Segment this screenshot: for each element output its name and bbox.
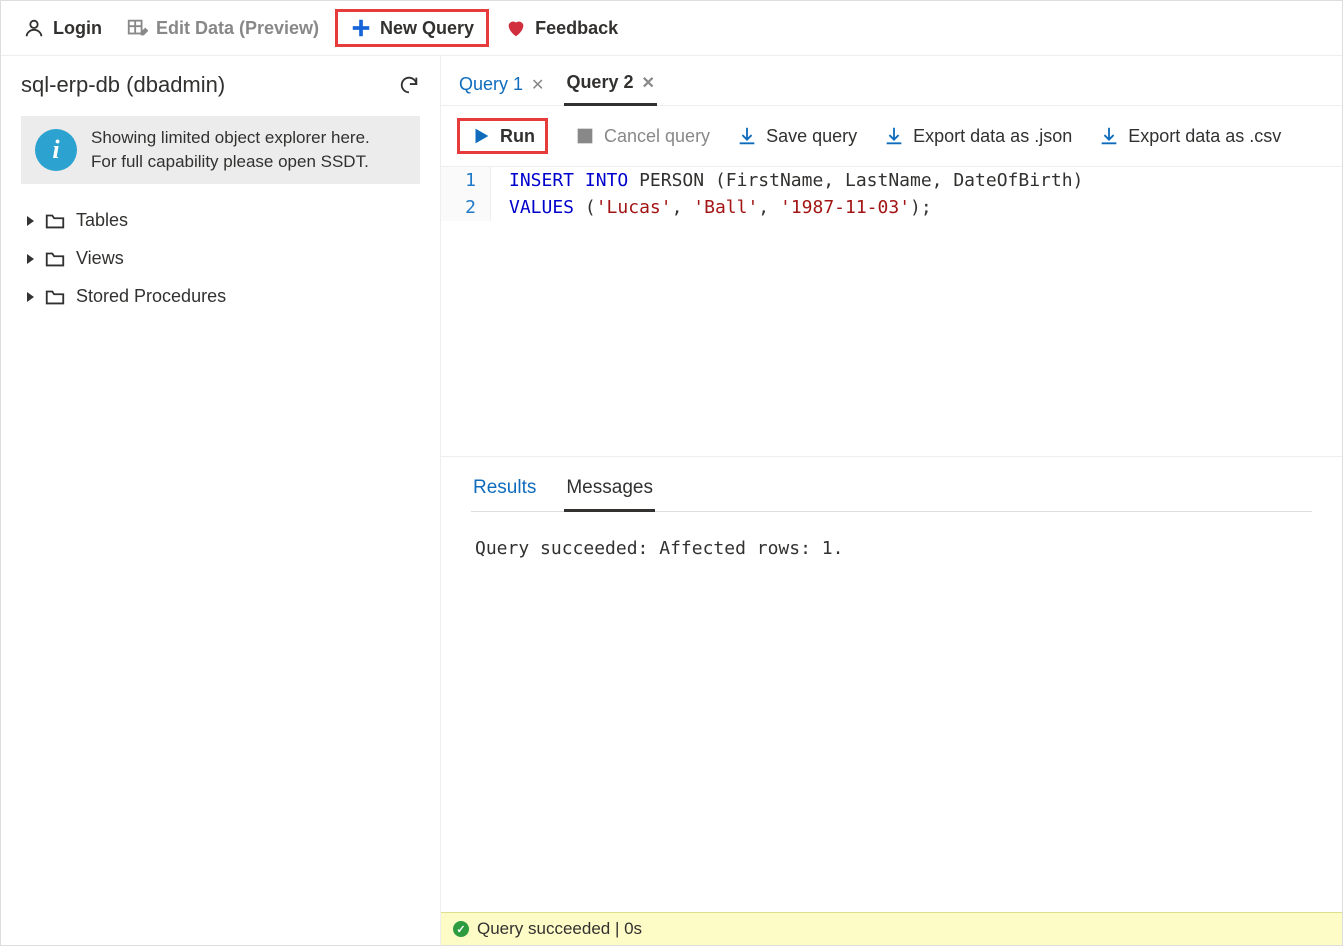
folder-icon <box>44 286 66 308</box>
download-icon <box>1098 125 1120 147</box>
play-icon <box>470 125 492 147</box>
results-tabs: Results Messages <box>471 471 1312 512</box>
tab-label-q2: Query 2 <box>566 72 633 93</box>
success-icon: ✓ <box>453 921 469 937</box>
messages-output: Query succeeded: Affected rows: 1. <box>471 512 1312 912</box>
export-json-button[interactable]: Export data as .json <box>883 125 1072 147</box>
refresh-button[interactable] <box>398 74 420 96</box>
db-title: sql-erp-db (dbadmin) <box>21 72 225 98</box>
export-csv-button[interactable]: Export data as .csv <box>1098 125 1281 147</box>
tab-messages[interactable]: Messages <box>564 471 655 512</box>
results-panel: Results Messages Query succeeded: Affect… <box>441 457 1342 912</box>
save-label: Save query <box>766 126 857 147</box>
top-toolbar: Login Edit Data (Preview) New Query Feed… <box>1 1 1342 56</box>
feedback-label: Feedback <box>535 18 618 39</box>
download-icon <box>736 125 758 147</box>
db-header: sql-erp-db (dbadmin) <box>21 72 420 98</box>
code-line: 2 VALUES ('Lucas', 'Ball', '1987-11-03')… <box>441 194 1342 221</box>
line-number: 2 <box>441 194 491 221</box>
info-text: Showing limited object explorer here. Fo… <box>91 126 370 174</box>
save-query-button[interactable]: Save query <box>736 125 857 147</box>
object-explorer-sidebar: sql-erp-db (dbadmin) i Showing limited o… <box>1 56 441 945</box>
tree-item-tables[interactable]: Tables <box>25 202 420 240</box>
cancel-query-button[interactable]: Cancel query <box>574 125 710 147</box>
new-query-label: New Query <box>380 18 474 39</box>
code-text: VALUES ('Lucas', 'Ball', '1987-11-03'); <box>491 194 932 221</box>
tree-item-views[interactable]: Views <box>25 240 420 278</box>
code-line: 1 INSERT INTO PERSON (FirstName, LastNam… <box>441 167 1342 194</box>
stop-icon <box>574 125 596 147</box>
tab-query-1[interactable]: Query 1 ✕ <box>457 68 546 105</box>
heart-icon <box>505 17 527 39</box>
close-icon[interactable]: ✕ <box>531 75 544 95</box>
tree-label-views: Views <box>76 248 124 269</box>
info-message: i Showing limited object explorer here. … <box>21 116 420 184</box>
caret-icon <box>27 254 34 264</box>
tree-label-sprocs: Stored Procedures <box>76 286 226 307</box>
download-icon <box>883 125 905 147</box>
tree-item-sprocs[interactable]: Stored Procedures <box>25 278 420 316</box>
run-button[interactable]: Run <box>457 118 548 154</box>
info-line1: Showing limited object explorer here. <box>91 126 370 150</box>
message-text: Query succeeded: Affected rows: 1. <box>475 538 1308 559</box>
login-button[interactable]: Login <box>11 9 114 47</box>
folder-icon <box>44 248 66 270</box>
table-edit-icon <box>126 17 148 39</box>
close-icon[interactable]: ✕ <box>641 73 654 93</box>
query-toolbar: Run Cancel query Save query Export data … <box>441 106 1342 167</box>
edit-data-label: Edit Data (Preview) <box>156 18 319 39</box>
plus-icon <box>350 17 372 39</box>
sql-editor[interactable]: 1 INSERT INTO PERSON (FirstName, LastNam… <box>441 167 1342 457</box>
cancel-label: Cancel query <box>604 126 710 147</box>
status-bar: ✓ Query succeeded | 0s <box>441 912 1342 945</box>
tab-query-2[interactable]: Query 2 ✕ <box>564 66 656 106</box>
info-icon: i <box>35 129 77 171</box>
run-label: Run <box>500 126 535 147</box>
tab-results[interactable]: Results <box>471 471 538 511</box>
line-number: 1 <box>441 167 491 194</box>
person-icon <box>23 17 45 39</box>
info-line2: For full capability please open SSDT. <box>91 150 370 174</box>
tree-label-tables: Tables <box>76 210 128 231</box>
export-csv-label: Export data as .csv <box>1128 126 1281 147</box>
status-text: Query succeeded | 0s <box>477 919 642 939</box>
tab-label-q1: Query 1 <box>459 74 523 95</box>
caret-icon <box>27 292 34 302</box>
caret-icon <box>27 216 34 226</box>
folder-icon <box>44 210 66 232</box>
code-text: INSERT INTO PERSON (FirstName, LastName,… <box>491 167 1083 194</box>
new-query-button[interactable]: New Query <box>335 9 489 47</box>
object-tree: Tables Views Stored Procedures <box>21 202 420 316</box>
export-json-label: Export data as .json <box>913 126 1072 147</box>
feedback-button[interactable]: Feedback <box>493 9 630 47</box>
editor-column: Query 1 ✕ Query 2 ✕ Run Cancel query <box>441 56 1342 945</box>
login-label: Login <box>53 18 102 39</box>
edit-data-button[interactable]: Edit Data (Preview) <box>114 9 331 47</box>
query-tabs: Query 1 ✕ Query 2 ✕ <box>441 56 1342 106</box>
